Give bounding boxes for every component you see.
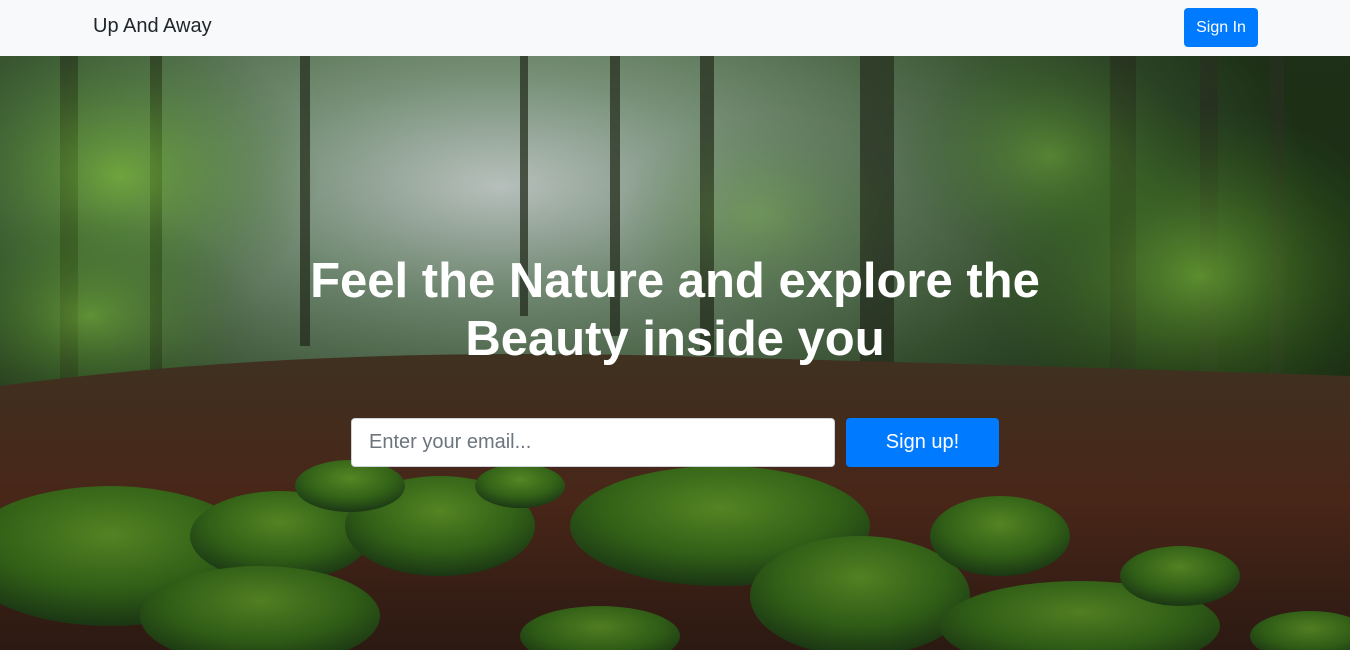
email-input[interactable] (351, 418, 835, 467)
sign-up-button[interactable]: Sign up! (846, 418, 999, 467)
sign-in-button[interactable]: Sign In (1184, 8, 1258, 47)
hero-title: Feel the Nature and explore the Beauty i… (310, 254, 1040, 366)
brand-link[interactable]: Up And Away (93, 15, 212, 38)
navbar: Up And Away Sign In (0, 0, 1350, 56)
hero-section: Feel the Nature and explore the Beauty i… (0, 56, 1350, 650)
